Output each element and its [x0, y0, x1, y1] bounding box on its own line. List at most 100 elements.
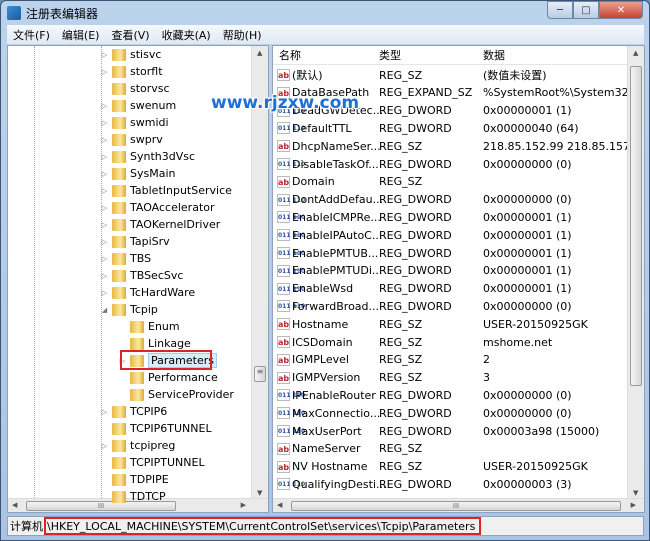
column-header-type[interactable]: 类型 — [379, 47, 401, 63]
value-row[interactable]: 011 110 EnablePMTUB... REG_DWORD 0x00000001… — [273, 244, 629, 262]
tree-node[interactable]: ▷ TCPIP6 — [100, 403, 167, 420]
minimize-button[interactable]: ─ — [547, 1, 573, 19]
tree-node[interactable]: TCPIPTUNNEL — [100, 454, 205, 471]
value-row[interactable]: 011 110 QualifyingDesti... REG_DWORD 0x0000… — [273, 475, 629, 493]
folder-icon — [112, 303, 126, 316]
menu-file[interactable]: 文件(F) — [7, 27, 56, 43]
list-hscroll-thumb[interactable]: III — [291, 501, 621, 511]
maximize-button[interactable]: □ — [573, 1, 599, 19]
tree-node[interactable]: ▷ SysMain — [100, 165, 176, 182]
value-row[interactable]: ab Hostname REG_SZ USER-20150925GK — [273, 315, 629, 333]
value-row[interactable]: ab Domain REG_SZ — [273, 173, 629, 191]
tree-node[interactable]: ServiceProvider — [118, 386, 234, 403]
tree-node-label: storvsc — [130, 82, 170, 95]
list-horizontal-scrollbar[interactable]: ◀ III ▶ — [273, 498, 644, 512]
string-value-icon: ab — [277, 140, 290, 153]
value-data: 0x00000003 (3) — [483, 477, 572, 491]
value-name: DisableTaskOf... — [292, 157, 379, 171]
menu-edit[interactable]: 编辑(E) — [56, 27, 106, 43]
value-row[interactable]: 011 110 DefaultTTL REG_DWORD 0x00000040 (64… — [273, 119, 629, 137]
expand-arrow-icon[interactable]: ▷ — [100, 68, 109, 76]
menu-favorites[interactable]: 收藏夹(A) — [156, 27, 217, 43]
expand-arrow-icon[interactable]: ▷ — [100, 170, 109, 178]
tree-node[interactable]: Performance — [118, 369, 218, 386]
tree-node-label: TCPIP6 — [130, 405, 168, 418]
collapse-arrow-icon[interactable]: ◢ — [100, 306, 109, 314]
expand-arrow-icon[interactable]: ▷ — [100, 221, 109, 229]
value-row[interactable]: ab DhcpNameSer... REG_SZ 218.85.152.99 218.… — [273, 137, 629, 155]
tree-node[interactable]: ▷ TabletInputService — [100, 182, 232, 199]
expand-arrow-icon[interactable]: ▷ — [100, 255, 109, 263]
expand-arrow-icon[interactable]: ▷ — [100, 442, 109, 450]
value-row[interactable]: 011 110 EnablePMTUDi... REG_DWORD 0x0000000… — [273, 262, 629, 280]
value-row[interactable]: ab NV Hostname REG_SZ USER-20150925GK — [273, 458, 629, 476]
expand-arrow-icon[interactable]: ▷ — [100, 204, 109, 212]
expand-arrow-icon[interactable]: ▷ — [100, 51, 109, 59]
tree-node[interactable]: ▷ tcpipreg — [100, 437, 176, 454]
expand-arrow-icon[interactable]: ▷ — [100, 289, 109, 297]
value-row[interactable]: ab IGMPVersion REG_SZ 3 — [273, 369, 629, 387]
binary-value-icon: 011 110 — [277, 122, 305, 135]
value-row[interactable]: 011 110 MaxUserPort REG_DWORD 0x00003a98 (1… — [273, 422, 629, 440]
tree-node[interactable]: ▷ swprv — [100, 131, 163, 148]
folder-icon — [130, 337, 144, 350]
menu-help[interactable]: 帮助(H) — [217, 27, 268, 43]
tree-node[interactable]: ▷ swenum — [100, 97, 176, 114]
expand-arrow-icon[interactable]: ▷ — [100, 119, 109, 127]
tree-node[interactable]: TCPIP6TUNNEL — [100, 420, 212, 437]
folder-icon — [112, 48, 126, 61]
value-row[interactable]: 011 110 EnableICMPRe... REG_DWORD 0x0000000… — [273, 208, 629, 226]
tree-node[interactable]: ▷ Synth3dVsc — [100, 148, 195, 165]
tree-node[interactable]: ▷ storflt — [100, 63, 163, 80]
list-scroll-thumb[interactable] — [630, 66, 642, 386]
value-data: 0x00000040 (64) — [483, 121, 579, 135]
value-row[interactable]: ab IGMPLevel REG_SZ 2 — [273, 351, 629, 369]
expand-arrow-icon[interactable]: ▷ — [100, 272, 109, 280]
tree-node[interactable]: ▷ stisvc — [100, 46, 162, 63]
menu-view[interactable]: 查看(V) — [105, 27, 155, 43]
value-type: REG_EXPAND_SZ — [379, 86, 473, 100]
value-type: REG_DWORD — [379, 406, 452, 420]
value-row[interactable]: 011 110 MaxConnectio... REG_DWORD 0x0000000… — [273, 404, 629, 422]
tree-node[interactable]: ▷ swmidi — [100, 114, 169, 131]
tree-node[interactable]: ▷ TAOKernelDriver — [100, 216, 220, 233]
tree-vertical-scrollbar[interactable]: ▲ ≡ ▼ — [251, 46, 268, 500]
tree-node[interactable]: Enum — [118, 318, 180, 335]
status-root: 计算机 — [10, 520, 43, 533]
expand-arrow-icon[interactable]: ▷ — [100, 408, 109, 416]
list-vertical-scrollbar[interactable]: ▲ ▼ — [627, 46, 644, 500]
column-header-data[interactable]: 数据 — [483, 47, 505, 63]
tree-scroll-thumb[interactable]: ≡ — [254, 366, 266, 382]
value-row[interactable]: 011 110 IPEnableRouter REG_DWORD 0x00000000… — [273, 386, 629, 404]
tree-node[interactable]: ▷ TcHardWare — [100, 284, 195, 301]
tree-node[interactable]: TDTCP — [100, 488, 166, 505]
string-value-icon: ab — [277, 318, 290, 331]
value-row[interactable]: 011 110 DontAddDefau... REG_DWORD 0x0000000… — [273, 191, 629, 209]
tree-node[interactable]: ▷ TapiSrv — [100, 233, 170, 250]
string-value-icon: ab — [277, 442, 290, 455]
value-data: 0x00000000 (0) — [483, 406, 572, 420]
value-type: REG_DWORD — [379, 388, 452, 402]
value-row[interactable]: 011 110 ForwardBroad... REG_DWORD 0x0000000… — [273, 297, 629, 315]
tree-node[interactable]: ▷ TAOAccelerator — [100, 199, 215, 216]
close-button[interactable]: ✕ — [599, 1, 643, 19]
expand-arrow-icon[interactable]: ▷ — [100, 238, 109, 246]
value-row[interactable]: 011 110 DisableTaskOf... REG_DWORD 0x000000… — [273, 155, 629, 173]
value-row[interactable]: ab (默认) REG_SZ (数值未设置) — [273, 66, 629, 84]
value-row[interactable]: ab ICSDomain REG_SZ mshome.net — [273, 333, 629, 351]
tree-node[interactable]: ◢ Tcpip — [100, 301, 158, 318]
tree-node[interactable]: ▷ TBS — [100, 250, 151, 267]
tree-node[interactable]: ▷ TBSecSvc — [100, 267, 184, 284]
expand-arrow-icon[interactable]: ▷ — [100, 187, 109, 195]
column-header-name[interactable]: 名称 — [279, 47, 301, 63]
expand-arrow-icon[interactable]: ▷ — [100, 153, 109, 161]
binary-value-icon: 011 110 — [277, 425, 305, 437]
value-row[interactable]: 011 110 EnableIPAutoC... REG_DWORD 0x000000… — [273, 226, 629, 244]
binary-value-icon: 011 110 — [277, 229, 305, 242]
tree-node[interactable]: TDPIPE — [100, 471, 169, 488]
value-row[interactable]: ab NameServer REG_SZ — [273, 440, 629, 458]
value-row[interactable]: 011 110 EnableWsd REG_DWORD 0x00000001 (1) — [273, 280, 629, 298]
tree-node[interactable]: storvsc — [100, 80, 170, 97]
expand-arrow-icon[interactable]: ▷ — [100, 102, 109, 110]
expand-arrow-icon[interactable]: ▷ — [100, 136, 109, 144]
